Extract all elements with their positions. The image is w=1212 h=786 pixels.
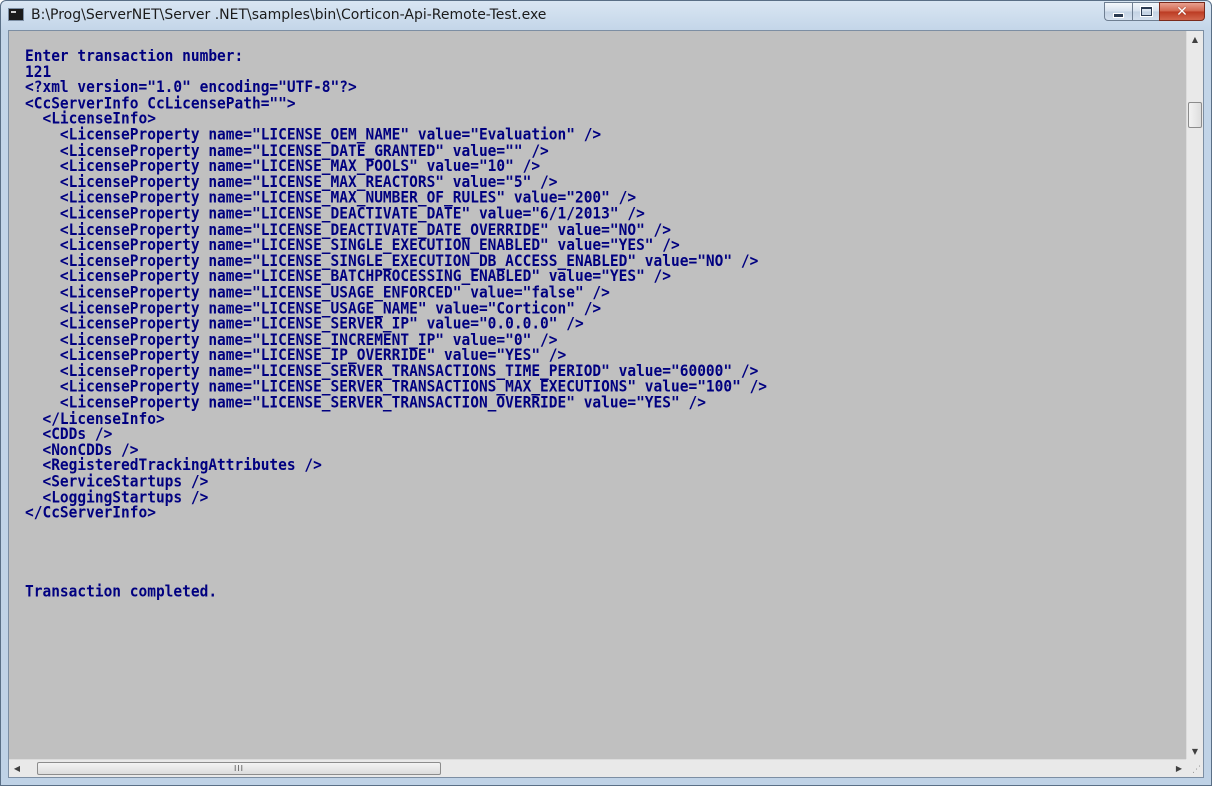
scroll-down-arrow-icon[interactable]: ▼ [1187,743,1203,760]
console-line: ​ [25,522,1175,538]
console-line: <CcServerInfo CcLicensePath=""> [25,95,296,113]
vertical-scroll-thumb[interactable] [1188,102,1202,128]
console-line: <LicenseProperty name="LICENSE_SERVER_IP… [25,315,584,334]
console-line: <CDDs /> [25,426,113,444]
thumb-grip-icon: III [233,764,245,773]
close-icon: ✕ [1176,3,1188,20]
console-line: <LicenseProperty name="LICENSE_SINGLE_EX… [25,252,759,271]
resize-grip-icon[interactable]: ⋰ [1186,759,1203,777]
minimize-icon [1113,12,1124,18]
console-line: <?xml version="1.0" encoding="UTF-8"?> [25,79,357,97]
console-line: <LicenseProperty name="LICENSE_DATE_GRAN… [25,142,549,160]
horizontal-scrollbar[interactable]: ◀ III ▶ [9,759,1187,777]
console-line: Transaction completed. [25,583,218,602]
console-line: <LoggingStartups /> [25,489,209,507]
console-line: <ServiceStartups /> [25,473,209,491]
console-line: <LicenseProperty name="LICENSE_MAX_NUMBE… [25,189,637,208]
console-line: ​ [25,538,1175,554]
scroll-right-arrow-icon[interactable]: ▶ [1171,760,1187,777]
console-line: Enter transaction number: [25,49,244,66]
console-line: <LicenseProperty name="LICENSE_DEACTIVAT… [25,205,645,223]
console-line: <LicenseProperty name="LICENSE_SINGLE_EX… [25,237,680,255]
window-title: B:\Prog\ServerNET\Server .NET\samples\bi… [31,7,547,23]
console-window-icon[interactable] [8,8,24,21]
console-line: <LicenseProperty name="LICENSE_SERVER_TR… [25,378,768,397]
console-line: <RegisteredTrackingAttributes /> [25,457,322,475]
caption-buttons: ✕ [1104,2,1205,22]
console-line: 121 [25,63,52,81]
console-line: <LicenseProperty name="LICENSE_BATCHPROC… [25,268,672,286]
minimize-button[interactable] [1104,2,1132,21]
horizontal-scroll-thumb[interactable]: III [37,762,441,775]
console-window: B:\Prog\ServerNET\Server .NET\samples\bi… [0,0,1212,786]
console-line: </CcServerInfo> [25,504,156,523]
console-line: ​ [25,553,1175,569]
console-line: <LicenseInfo> [25,110,156,129]
maximize-icon [1140,7,1152,16]
console-output: Enter transaction number: 121 <?xml versio… [25,49,1175,777]
console-line: <LicenseProperty name="LICENSE_IP_OVERRI… [25,347,567,365]
console-line: <LicenseProperty name="LICENSE_SERVER_TR… [25,394,706,412]
console-line: <LicenseProperty name="LICENSE_USAGE_NAM… [25,300,602,318]
console-line: <LicenseProperty name="LICENSE_SERVER_TR… [25,363,759,381]
close-button[interactable]: ✕ [1159,2,1205,21]
title-bar[interactable]: B:\Prog\ServerNET\Server .NET\samples\bi… [1,1,1211,29]
console-line: <LicenseProperty name="LICENSE_MAX_POOLS… [25,158,541,176]
console-line: <LicenseProperty name="LICENSE_USAGE_ENF… [25,284,610,302]
console-line: <LicenseProperty name="LICENSE_MAX_REACT… [25,174,558,192]
console-area[interactable]: Enter transaction number: 121 <?xml versio… [8,30,1204,778]
scroll-left-arrow-icon[interactable]: ◀ [9,760,25,777]
console-line: </LicenseInfo> [25,410,165,428]
console-line: <NonCDDs /> [25,441,139,460]
maximize-button[interactable] [1132,2,1159,21]
console-line: <LicenseProperty name="LICENSE_INCREMENT… [25,331,558,349]
console-line: ​ [25,569,1175,585]
console-line: <LicenseProperty name="LICENSE_OEM_NAME"… [25,126,602,145]
vertical-scrollbar[interactable]: ▲ ▼ [1186,31,1203,760]
console-line: <LicenseProperty name="LICENSE_DEACTIVAT… [25,221,672,239]
scroll-up-arrow-icon[interactable]: ▲ [1187,31,1203,48]
